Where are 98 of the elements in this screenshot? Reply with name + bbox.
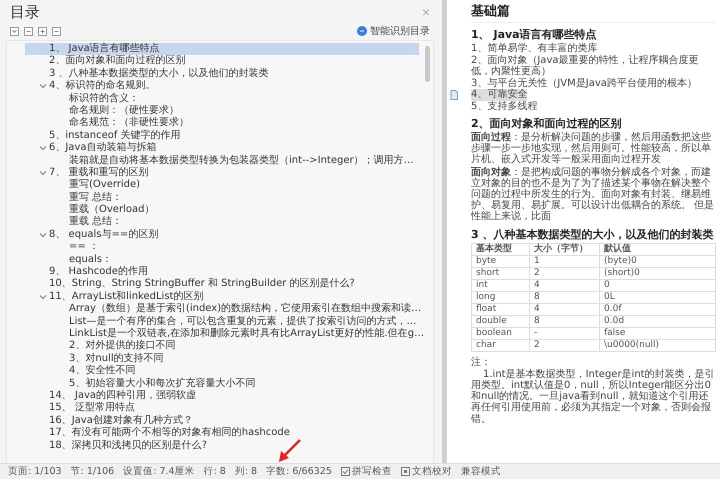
paragraph: 面向过程：是分析解决问题的步骤，然后用函数把这些步骤一步一步地实现，然后用则可。性能较高，所以单片机、嵌入式开发等一般采用面向过程开发 bbox=[471, 132, 712, 166]
chevron-icon[interactable] bbox=[39, 82, 47, 90]
checkbox-icon[interactable] bbox=[340, 467, 350, 476]
toc-item[interactable]: 装箱就是自动将基本数据类型转换为包装器类型（int-->Integer）；调用方… bbox=[25, 154, 419, 167]
table-cell: 0.0d bbox=[600, 316, 716, 328]
toc-item[interactable]: List—是一个有序的集合，可以包含重复的元素，提供了按索引访问的方式，… bbox=[25, 316, 419, 328]
status-item: 字数: 6/66325 bbox=[266, 465, 332, 478]
chevron-icon[interactable] bbox=[39, 231, 47, 240]
table-cell: 8 bbox=[530, 316, 600, 328]
column-header: 大小（字节） bbox=[530, 244, 600, 256]
table-cell: - bbox=[530, 328, 600, 340]
document-title: 基础篇 bbox=[471, 0, 716, 23]
list-item: 3、与平台无关性（JVM是Java跨平台使用的根本） bbox=[471, 78, 697, 88]
list-item: 5、支持多线程 bbox=[471, 100, 538, 112]
note-label: 注： bbox=[471, 356, 492, 368]
expand-icon[interactable] bbox=[38, 26, 47, 36]
toc-item[interactable]: 7、 重载和重写的区别 bbox=[25, 166, 419, 180]
toc-item[interactable]: 重载 总结： bbox=[25, 216, 419, 229]
toc-item[interactable]: 16、Java创建对象有几种方式？ bbox=[25, 414, 419, 428]
proofread-icon[interactable] bbox=[400, 467, 410, 476]
toc-item[interactable]: 2、对外提供的接口不同 bbox=[25, 340, 419, 353]
toc-item[interactable]: 命名规范：（非硬性要求） bbox=[25, 117, 419, 130]
chevron-icon[interactable] bbox=[39, 144, 47, 152]
table-cell: false bbox=[600, 328, 716, 340]
collapse-icon[interactable] bbox=[52, 26, 61, 36]
status-item: 设置值: 7.4厘米 bbox=[123, 465, 195, 478]
paragraph: 面向对象：是把构成问题的事物分解成各个对象，而建立对象的目的也不是为了为了描述某个事物在解决整个问题的过程中所发生的行为。面向对象有封装、继易维护、易复用、易扩展。可以设计出低耦合的系统。 但是性能上来说，比面 bbox=[471, 166, 716, 223]
panel-title: 目录 bbox=[10, 2, 40, 22]
toc-item[interactable]: 6、Java自动装箱与拆箱 bbox=[25, 142, 419, 155]
table-cell: 4 bbox=[530, 280, 600, 292]
toc-item[interactable]: 3 、八种基本数据类型的大小，以及他们的封装类 bbox=[25, 68, 419, 80]
toc-item[interactable]: 14、 Java的四种引用，强弱软虚 bbox=[25, 390, 419, 402]
toc-item[interactable]: == ： bbox=[25, 241, 419, 254]
toc-item[interactable]: 9、 Hashcode的作用 bbox=[25, 266, 419, 278]
toc-item[interactable]: equals： bbox=[25, 254, 419, 266]
status-item: 页面: 1/103 bbox=[8, 465, 62, 478]
toc-item[interactable]: 2、面向对象和面向过程的区别 bbox=[25, 55, 419, 68]
toc-item[interactable]: 15、 泛型常用特点 bbox=[25, 402, 419, 415]
column-header: 基本类型 bbox=[472, 244, 530, 256]
status-item: 行: 8 bbox=[204, 465, 226, 478]
toc-item[interactable]: 重写 总结： bbox=[25, 192, 419, 204]
toc-item[interactable]: Array（数组）是基于索引(index)的数据结构，它使用索引在数组中搜索和读… bbox=[25, 303, 422, 316]
column-header: 默认值 bbox=[600, 244, 716, 256]
list-item: 2、面向对象（Java最重要的特性，让程序耦合度更低，内聚性更高） bbox=[471, 54, 700, 78]
toc-item[interactable]: 3、对null的支持不同 bbox=[25, 352, 419, 366]
section-heading: 3 、八种基本数据类型的大小，以及他们的封装类 bbox=[471, 228, 714, 241]
list-item: 1、简单易学、有丰富的类库 bbox=[471, 43, 598, 54]
toc-item[interactable]: 4、标识符的命名规则。 bbox=[25, 80, 419, 93]
toc-item[interactable]: 标识符的含义： bbox=[25, 92, 419, 105]
toc-item[interactable]: 18、深拷贝和浅拷贝的区别是什么? bbox=[25, 440, 419, 452]
toc-item[interactable]: 11、ArrayList和linkedList的区别 bbox=[25, 290, 419, 304]
toc-item[interactable]: 10、String、String StringBuffer 和 StringBuilder 的区别是什么? bbox=[25, 278, 419, 291]
table-cell: long bbox=[472, 292, 530, 304]
table-cell: 1 bbox=[530, 256, 600, 268]
document-icon[interactable] bbox=[449, 90, 459, 100]
smart-toc-icon[interactable] bbox=[357, 26, 367, 36]
table-cell: 0.0f bbox=[600, 304, 716, 316]
table-cell: \u0000(null) bbox=[600, 340, 716, 352]
table-cell: 2 bbox=[530, 268, 600, 280]
chevron-icon[interactable] bbox=[39, 169, 47, 178]
status-item: 节: 1/106 bbox=[70, 465, 114, 478]
status-button[interactable]: 兼容模式 bbox=[460, 465, 501, 478]
table-cell: boolean bbox=[472, 328, 530, 340]
table-cell: 2 bbox=[530, 340, 600, 352]
table-cell: 0L bbox=[600, 292, 716, 304]
smart-toc-button[interactable]: 智能识别目录 bbox=[357, 24, 430, 38]
chevron-icon[interactable] bbox=[39, 293, 47, 301]
table-cell: (short)0 bbox=[600, 268, 716, 280]
toc-item[interactable]: 命名规则：（硬性要求） bbox=[25, 104, 419, 118]
toc-item[interactable]: 重载（Overload） bbox=[25, 204, 419, 216]
toc-item[interactable]: 重写(Override) bbox=[25, 179, 419, 192]
table-cell: (byte)0 bbox=[600, 256, 716, 268]
table-cell: byte bbox=[472, 256, 530, 268]
table-cell: float bbox=[472, 304, 530, 316]
table-cell: 0 bbox=[600, 280, 716, 292]
table-cell: short bbox=[472, 268, 530, 280]
toc-item[interactable]: LinkList是一个双链表,在添加和删除元素时具有比ArrayList更好的性能.但在g… bbox=[25, 328, 424, 340]
table-cell: char bbox=[472, 340, 530, 352]
table-cell: 4 bbox=[530, 304, 600, 316]
status-button[interactable]: 拼写检查 bbox=[340, 465, 392, 478]
toc-item[interactable]: 17、有没有可能两个不相等的对象有相同的hashcode bbox=[25, 427, 419, 440]
table-cell: int bbox=[472, 280, 530, 292]
toc-item[interactable]: 4、安全性不同 bbox=[25, 365, 419, 378]
toc-item[interactable]: 8、 equals与==的区别 bbox=[25, 228, 419, 242]
section-heading: 2、面向对象和面向过程的区别 bbox=[471, 117, 623, 130]
toc-item[interactable]: 5、初始容量大小和每次扩充容量大小不同 bbox=[25, 378, 419, 390]
collapse-icon[interactable] bbox=[24, 26, 33, 36]
scrollbar-thumb[interactable] bbox=[425, 46, 430, 82]
table-cell: double bbox=[472, 316, 530, 328]
status-item: 列: 8 bbox=[234, 465, 258, 478]
table-cell: 8 bbox=[530, 292, 600, 304]
toc-item[interactable]: 1、 Java语言有哪些特点 bbox=[25, 43, 419, 56]
section-heading: 1、 Java语言有哪些特点 bbox=[471, 28, 598, 41]
annotation-arrow bbox=[276, 439, 302, 463]
toc-item[interactable]: 5、instanceof 关键字的作用 bbox=[25, 130, 419, 142]
expand-all-icon[interactable] bbox=[10, 26, 19, 36]
paragraph: 1.int是基本数据类型，Integer是int的封装类，是引用类型。int默认值是0，null，所以Integer能区分出0和null的情况。一旦java看到null，就知道这个引用还再任何引用使用前，必须为其指定一个对象，否则会报错。 bbox=[471, 368, 716, 425]
status-button[interactable]: 文档校对 bbox=[400, 465, 452, 478]
